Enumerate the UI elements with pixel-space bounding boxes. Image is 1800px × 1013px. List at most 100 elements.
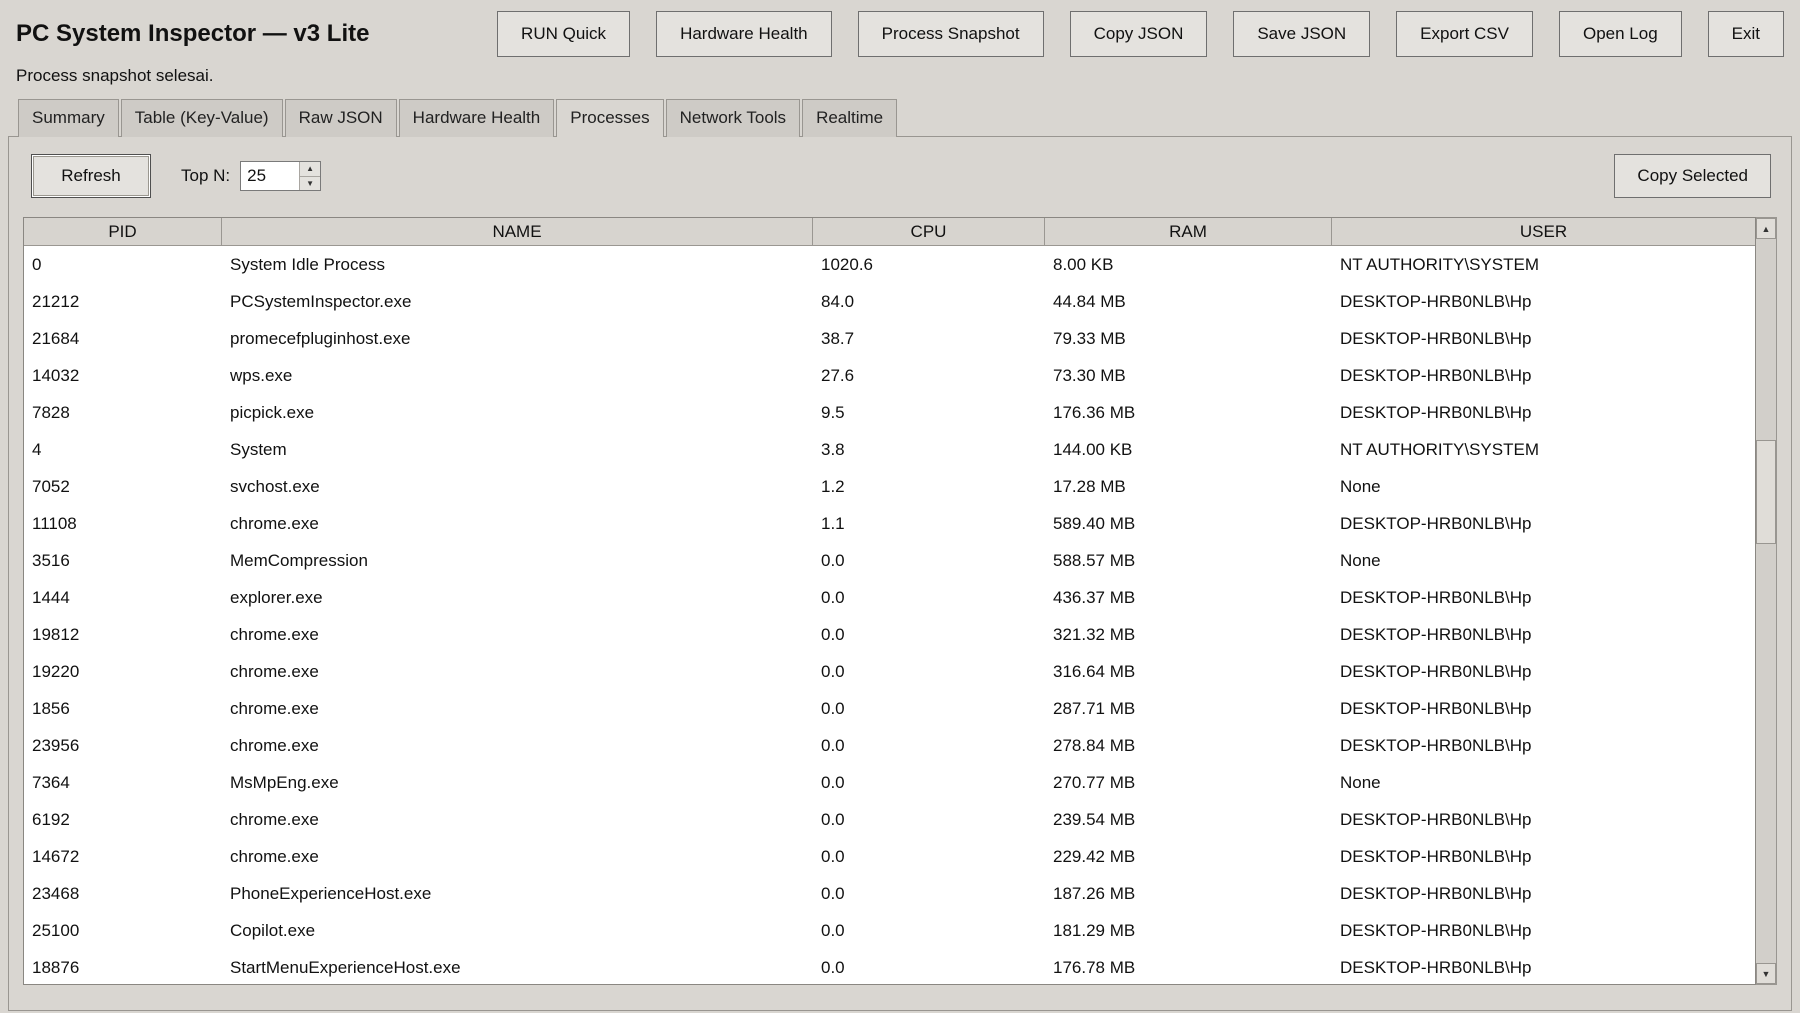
table-row[interactable]: 19812chrome.exe0.0321.32 MBDESKTOP-HRB0N… — [24, 616, 1755, 653]
cell-name: chrome.exe — [222, 690, 813, 727]
toolbar-button-open-log[interactable]: Open Log — [1559, 11, 1682, 57]
cell-ram: 270.77 MB — [1045, 764, 1332, 801]
toolbar-button-save-json[interactable]: Save JSON — [1233, 11, 1370, 57]
toolbar-button-run-quick[interactable]: RUN Quick — [497, 11, 630, 57]
spin-up-icon[interactable]: ▲ — [300, 162, 320, 177]
cell-user: None — [1332, 542, 1755, 579]
cell-cpu: 0.0 — [813, 949, 1045, 985]
cell-ram: 44.84 MB — [1045, 283, 1332, 320]
cell-pid: 0 — [24, 246, 222, 283]
cell-pid: 1856 — [24, 690, 222, 727]
table-row[interactable]: 3516MemCompression0.0588.57 MBNone — [24, 542, 1755, 579]
cell-cpu: 0.0 — [813, 912, 1045, 949]
cell-name: picpick.exe — [222, 394, 813, 431]
cell-user: DESKTOP-HRB0NLB\Hp — [1332, 283, 1755, 320]
table-row[interactable]: 23468PhoneExperienceHost.exe0.0187.26 MB… — [24, 875, 1755, 912]
spin-down-icon[interactable]: ▼ — [300, 177, 320, 191]
vertical-scrollbar[interactable]: ▲ ▼ — [1756, 217, 1777, 985]
cell-ram: 278.84 MB — [1045, 727, 1332, 764]
cell-name: chrome.exe — [222, 616, 813, 653]
column-header-pid[interactable]: PID — [24, 218, 222, 246]
cell-pid: 14672 — [24, 838, 222, 875]
cell-pid: 7052 — [24, 468, 222, 505]
cell-name: chrome.exe — [222, 505, 813, 542]
cell-ram: 436.37 MB — [1045, 579, 1332, 616]
table-row[interactable]: 1444explorer.exe0.0436.37 MBDESKTOP-HRB0… — [24, 579, 1755, 616]
table-body: 0System Idle Process1020.68.00 KBNT AUTH… — [24, 246, 1755, 985]
table-row[interactable]: 19220chrome.exe0.0316.64 MBDESKTOP-HRB0N… — [24, 653, 1755, 690]
cell-ram: 239.54 MB — [1045, 801, 1332, 838]
cell-ram: 588.57 MB — [1045, 542, 1332, 579]
copy-selected-button[interactable]: Copy Selected — [1614, 154, 1771, 198]
table-row[interactable]: 1856chrome.exe0.0287.71 MBDESKTOP-HRB0NL… — [24, 690, 1755, 727]
scroll-up-icon[interactable]: ▲ — [1756, 218, 1776, 239]
cell-user: DESKTOP-HRB0NLB\Hp — [1332, 394, 1755, 431]
scrollbar-thumb[interactable] — [1756, 440, 1776, 544]
cell-ram: 17.28 MB — [1045, 468, 1332, 505]
cell-cpu: 0.0 — [813, 764, 1045, 801]
cell-cpu: 3.8 — [813, 431, 1045, 468]
cell-cpu: 0.0 — [813, 727, 1045, 764]
cell-ram: 8.00 KB — [1045, 246, 1332, 283]
scroll-down-icon[interactable]: ▼ — [1756, 963, 1776, 984]
table-row[interactable]: 14032wps.exe27.673.30 MBDESKTOP-HRB0NLB\… — [24, 357, 1755, 394]
refresh-button[interactable]: Refresh — [31, 154, 151, 198]
toolbar-button-copy-json[interactable]: Copy JSON — [1070, 11, 1208, 57]
tab-network-tools[interactable]: Network Tools — [666, 99, 800, 137]
cell-name: explorer.exe — [222, 579, 813, 616]
cell-user: DESKTOP-HRB0NLB\Hp — [1332, 616, 1755, 653]
top-n-input[interactable] — [241, 162, 299, 190]
column-header-name[interactable]: NAME — [222, 218, 813, 246]
toolbar-button-hardware-health[interactable]: Hardware Health — [656, 11, 832, 57]
tab-hardware-health[interactable]: Hardware Health — [399, 99, 555, 137]
app-title: PC System Inspector — v3 Lite — [16, 20, 369, 48]
cell-name: System — [222, 431, 813, 468]
tab-realtime[interactable]: Realtime — [802, 99, 897, 137]
cell-cpu: 0.0 — [813, 616, 1045, 653]
table-row[interactable]: 7828picpick.exe9.5176.36 MBDESKTOP-HRB0N… — [24, 394, 1755, 431]
cell-ram: 79.33 MB — [1045, 320, 1332, 357]
column-header-ram[interactable]: RAM — [1045, 218, 1332, 246]
process-table-wrap: PIDNAMECPURAMUSER 0System Idle Process10… — [23, 217, 1777, 985]
tab-processes[interactable]: Processes — [556, 99, 663, 137]
cell-name: svchost.exe — [222, 468, 813, 505]
cell-pid: 18876 — [24, 949, 222, 985]
toolbar-button-process-snapshot[interactable]: Process Snapshot — [858, 11, 1044, 57]
cell-user: DESKTOP-HRB0NLB\Hp — [1332, 912, 1755, 949]
table-row[interactable]: 6192chrome.exe0.0239.54 MBDESKTOP-HRB0NL… — [24, 801, 1755, 838]
table-row[interactable]: 21212PCSystemInspector.exe84.044.84 MBDE… — [24, 283, 1755, 320]
cell-pid: 4 — [24, 431, 222, 468]
tab-table-key-value[interactable]: Table (Key-Value) — [121, 99, 283, 137]
cell-cpu: 27.6 — [813, 357, 1045, 394]
table-row[interactable]: 21684promecefpluginhost.exe38.779.33 MBD… — [24, 320, 1755, 357]
table-row[interactable]: 4System3.8144.00 KBNT AUTHORITY\SYSTEM — [24, 431, 1755, 468]
column-header-user[interactable]: USER — [1332, 218, 1755, 246]
cell-pid: 21212 — [24, 283, 222, 320]
cell-ram: 229.42 MB — [1045, 838, 1332, 875]
cell-ram: 589.40 MB — [1045, 505, 1332, 542]
cell-name: MemCompression — [222, 542, 813, 579]
controls-row: Refresh Top N: ▲ ▼ Copy Selected — [23, 153, 1777, 199]
cell-cpu: 9.5 — [813, 394, 1045, 431]
toolbar-button-exit[interactable]: Exit — [1708, 11, 1784, 57]
top-n-spinbox: ▲ ▼ — [240, 161, 321, 191]
table-row[interactable]: 0System Idle Process1020.68.00 KBNT AUTH… — [24, 246, 1755, 283]
table-row[interactable]: 25100Copilot.exe0.0181.29 MBDESKTOP-HRB0… — [24, 912, 1755, 949]
top-n-label: Top N: — [181, 166, 230, 186]
tab-summary[interactable]: Summary — [18, 99, 119, 137]
cell-user: NT AUTHORITY\SYSTEM — [1332, 431, 1755, 468]
cell-name: Copilot.exe — [222, 912, 813, 949]
table-row[interactable]: 11108chrome.exe1.1589.40 MBDESKTOP-HRB0N… — [24, 505, 1755, 542]
cell-pid: 11108 — [24, 505, 222, 542]
table-row[interactable]: 7052svchost.exe1.217.28 MBNone — [24, 468, 1755, 505]
toolbar-button-export-csv[interactable]: Export CSV — [1396, 11, 1533, 57]
table-row[interactable]: 7364MsMpEng.exe0.0270.77 MBNone — [24, 764, 1755, 801]
table-row[interactable]: 14672chrome.exe0.0229.42 MBDESKTOP-HRB0N… — [24, 838, 1755, 875]
cell-cpu: 0.0 — [813, 875, 1045, 912]
column-header-cpu[interactable]: CPU — [813, 218, 1045, 246]
tab-raw-json[interactable]: Raw JSON — [285, 99, 397, 137]
cell-name: StartMenuExperienceHost.exe — [222, 949, 813, 985]
table-row[interactable]: 18876StartMenuExperienceHost.exe0.0176.7… — [24, 949, 1755, 985]
table-row[interactable]: 23956chrome.exe0.0278.84 MBDESKTOP-HRB0N… — [24, 727, 1755, 764]
cell-name: chrome.exe — [222, 838, 813, 875]
